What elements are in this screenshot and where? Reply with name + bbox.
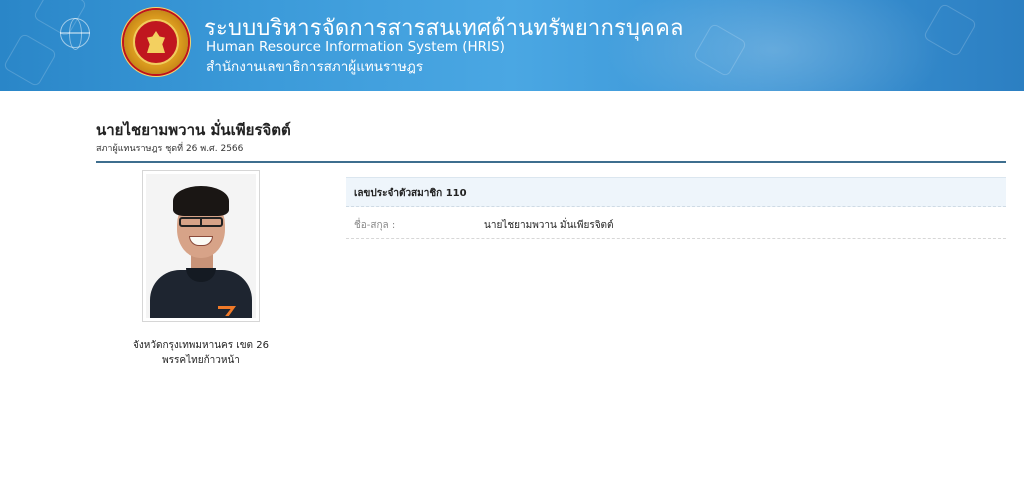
decorative-hexagon: [2, 32, 58, 88]
member-constituency-caption: จังหวัดกรุงเทพมหานคร เขต 26 พรรคไทยก้าวห…: [101, 338, 301, 368]
constituency-text: จังหวัดกรุงเทพมหานคร เขต 26: [133, 340, 269, 351]
info-row-fullname: ชื่อ-สกุล : นายไชยามพวาน มั่นเพียรจิตต์: [346, 209, 1006, 239]
organization-name: สำนักงานเลขาธิการสภาผู้แทนราษฎร: [206, 59, 424, 75]
member-id-header: เลขประจำตัวสมาชิก 110: [346, 177, 1006, 207]
party-text: พรรคไทยก้าวหน้า: [162, 355, 240, 366]
fullname-label: ชื่อ-สกุล :: [354, 220, 396, 231]
member-photo: [146, 174, 256, 318]
system-title-english: Human Resource Information System (HRIS): [206, 39, 505, 55]
page-subtitle: สภาผู้แทนราษฎร ชุดที่ 26 พ.ศ. 2566: [96, 144, 244, 154]
parliament-emblem-icon[interactable]: [124, 10, 188, 74]
header-banner: ระบบบริหารจัดการสารสนเทศด้านทรัพยากรบุคค…: [0, 0, 1024, 91]
member-photo-frame: [142, 170, 260, 322]
section-divider: [96, 161, 1006, 163]
globe-icon: [60, 18, 90, 50]
fullname-value: นายไชยามพวาน มั่นเพียรจิตต์: [484, 220, 614, 231]
page-title: นายไชยามพวาน มั่นเพียรจิตต์: [96, 121, 291, 139]
